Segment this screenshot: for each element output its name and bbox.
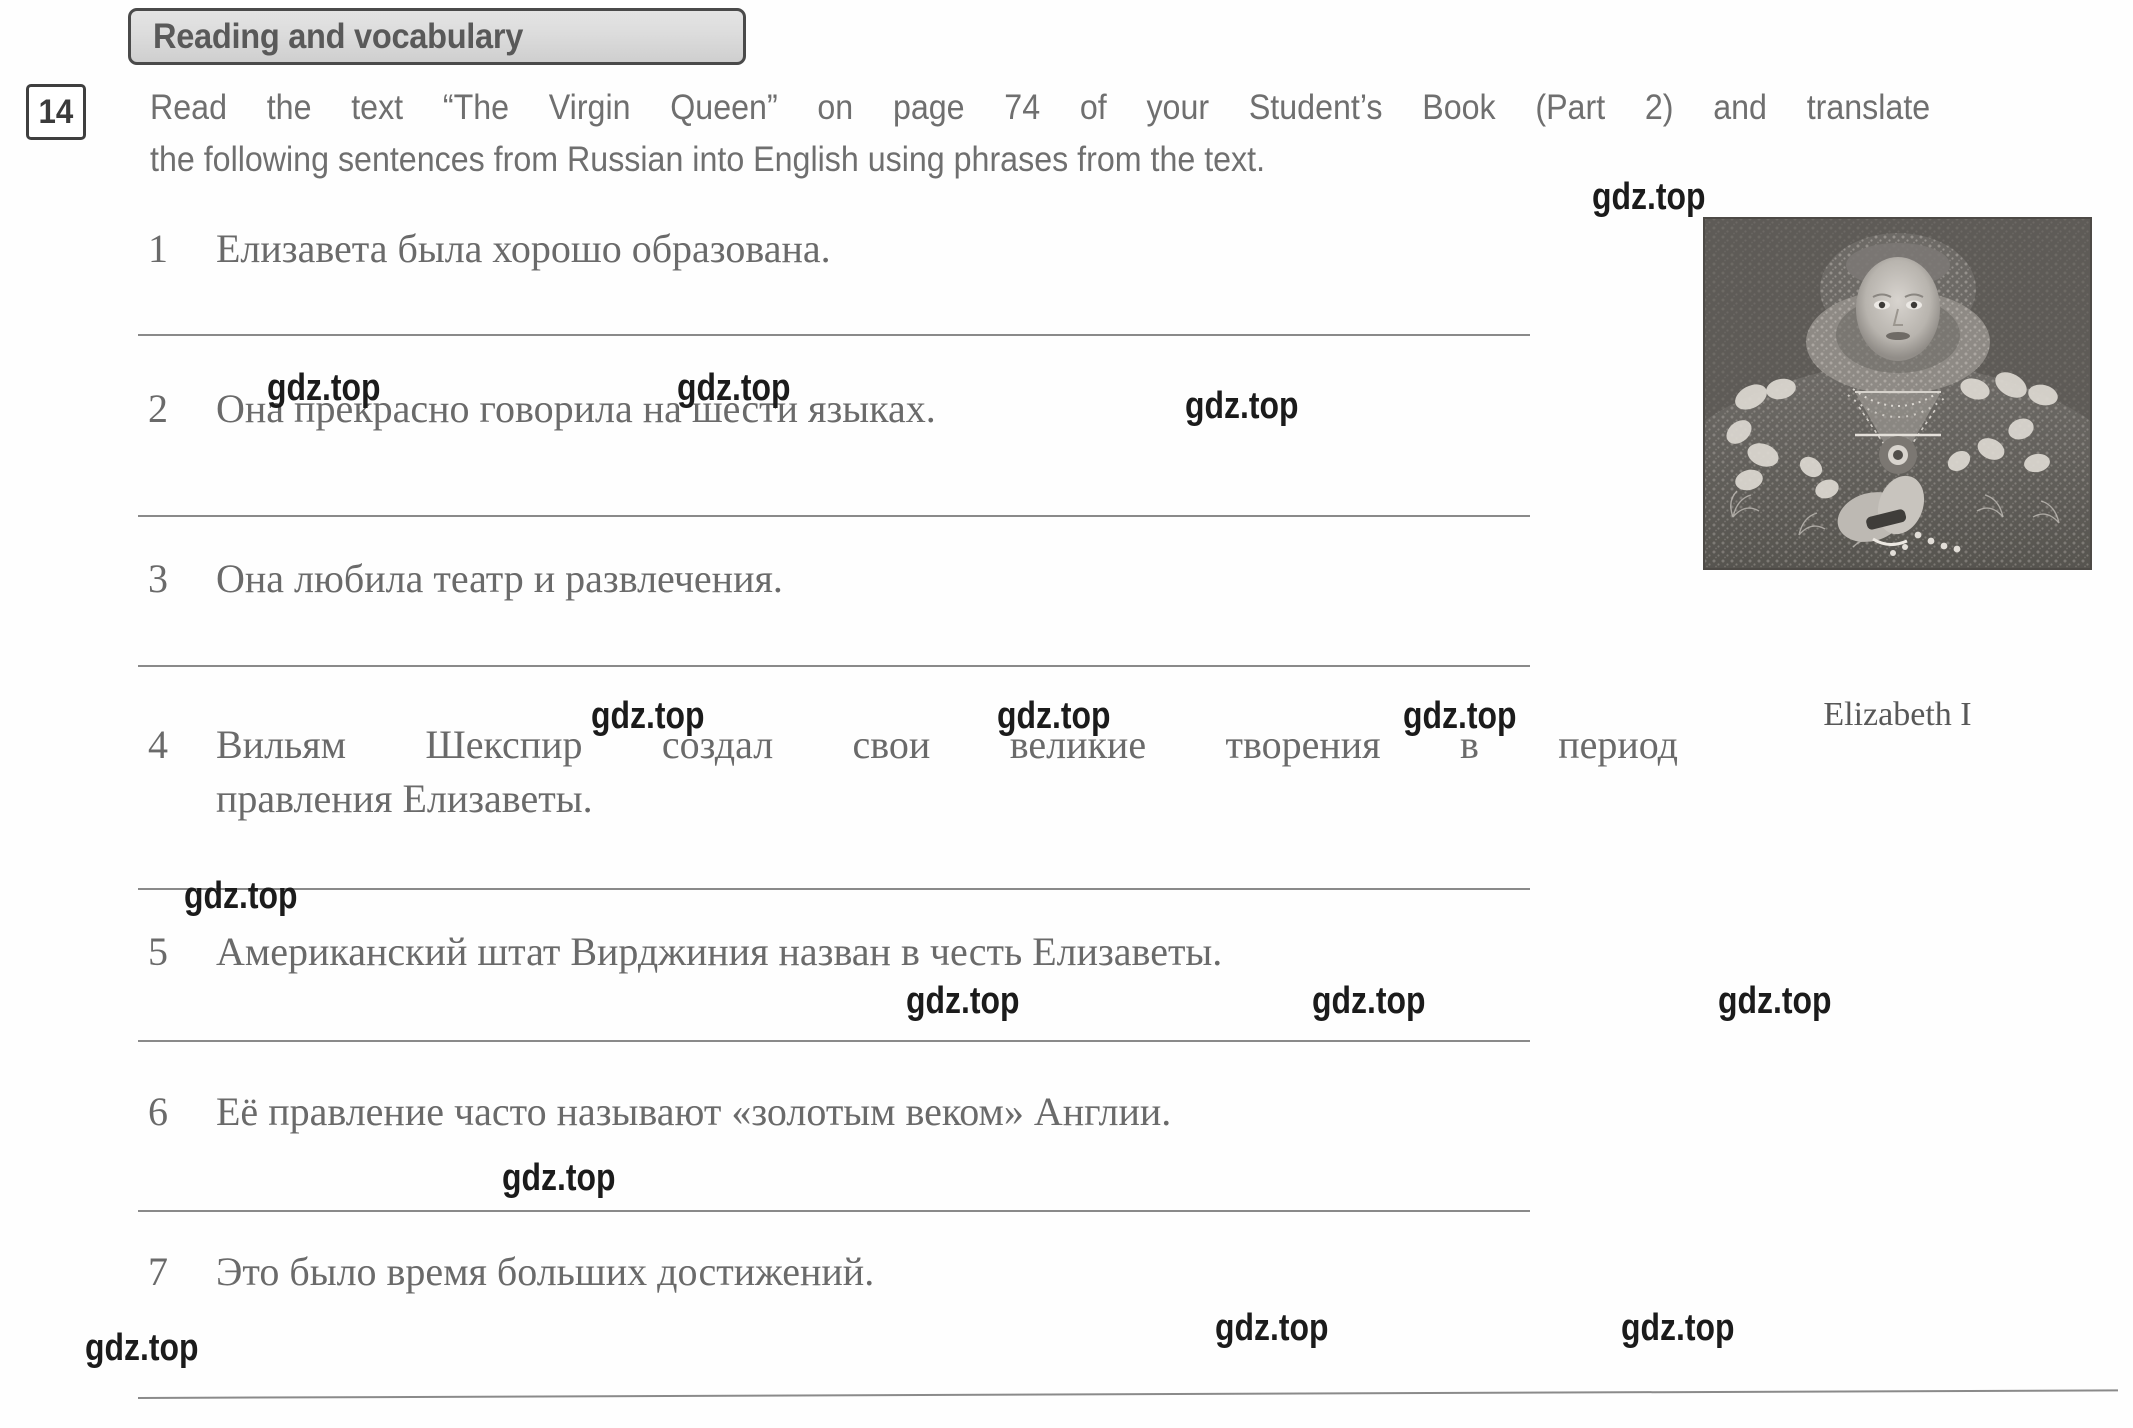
sentence-number-1: 1 bbox=[148, 226, 168, 271]
sentence-number-4: 4 bbox=[148, 722, 168, 767]
sentence-item-5: 5 Американский штат Вирджиния назван в ч… bbox=[148, 925, 1628, 979]
elizabeth-i-portrait bbox=[1703, 217, 2092, 570]
watermark-7: gdz.top bbox=[184, 875, 298, 917]
watermark-8: gdz.top bbox=[906, 980, 1020, 1022]
sentence-text-3: Она любила театр и развлечения. bbox=[216, 556, 783, 601]
sentence-text-7: Это было время больших достижений. bbox=[216, 1249, 875, 1294]
answer-line-2[interactable] bbox=[138, 515, 1530, 517]
sentence-item-6: 6 Её правление часто называют «золотым в… bbox=[148, 1085, 1628, 1139]
instruction-line-2: the following sentences from Russian int… bbox=[150, 140, 1266, 179]
watermark-13: gdz.top bbox=[1215, 1307, 1329, 1349]
sentence-item-7: 7 Это было время больших достижений. bbox=[148, 1245, 1628, 1299]
sentence-text-4: Вильям Шекспир создал свои великие творе… bbox=[216, 718, 1678, 826]
sentence-item-4: 4 Вильям Шекспир создал свои великие тво… bbox=[148, 718, 1678, 826]
answer-line-3[interactable] bbox=[138, 665, 1530, 667]
sentence-item-2: 2 Она прекрасно говорила на шести языках… bbox=[148, 382, 1628, 436]
section-header-label: Reading and vocabulary bbox=[153, 16, 524, 56]
portrait-caption: Elizabeth I bbox=[1823, 696, 1972, 733]
sentence-number-5: 5 bbox=[148, 929, 168, 974]
watermark-12: gdz.top bbox=[85, 1327, 199, 1369]
exercise-number-label: 14 bbox=[38, 92, 74, 131]
worksheet-page: Reading and vocabulary 14 Read the text … bbox=[0, 0, 2133, 1428]
exercise-instruction: Read the text “The Virgin Queen” on page… bbox=[150, 82, 1930, 186]
sentence-text-2: Она прекрасно говорила на шести языках. bbox=[216, 386, 936, 431]
watermark-9: gdz.top bbox=[1312, 980, 1426, 1022]
answer-line-7[interactable] bbox=[137, 1389, 2118, 1399]
sentence-number-2: 2 bbox=[148, 386, 168, 431]
sentence-number-3: 3 bbox=[148, 556, 168, 601]
sentence-text-6: Её правление часто называют «золотым век… bbox=[216, 1089, 1172, 1134]
watermark-14: gdz.top bbox=[1621, 1307, 1735, 1349]
sentence-text-5: Американский штат Вирджиния назван в чес… bbox=[216, 929, 1223, 974]
answer-line-4[interactable] bbox=[138, 888, 1530, 890]
portrait-svg bbox=[1703, 217, 2092, 570]
sentence-text-4-line-1: Вильям Шекспир создал свои великие творе… bbox=[216, 722, 1678, 767]
watermark-10: gdz.top bbox=[1718, 980, 1832, 1022]
answer-line-6[interactable] bbox=[138, 1210, 1530, 1212]
sentence-number-6: 6 bbox=[148, 1089, 168, 1134]
instruction-line-1: Read the text “The Virgin Queen” on page… bbox=[150, 88, 1931, 127]
sentence-text-1: Елизавета была хорошо образована. bbox=[216, 226, 831, 271]
sentence-number-7: 7 bbox=[148, 1249, 168, 1294]
answer-line-5[interactable] bbox=[138, 1040, 1530, 1042]
sentence-text-4-line-2: правления Елизаветы. bbox=[216, 776, 593, 821]
section-header: Reading and vocabulary bbox=[128, 8, 746, 65]
sentence-item-1: 1 Елизавета была хорошо образована. bbox=[148, 222, 1628, 276]
sentence-item-3: 3 Она любила театр и развлечения. bbox=[148, 552, 1628, 606]
answer-line-1[interactable] bbox=[138, 334, 1530, 336]
watermark-11: gdz.top bbox=[502, 1157, 616, 1199]
exercise-number-box: 14 bbox=[26, 84, 86, 140]
